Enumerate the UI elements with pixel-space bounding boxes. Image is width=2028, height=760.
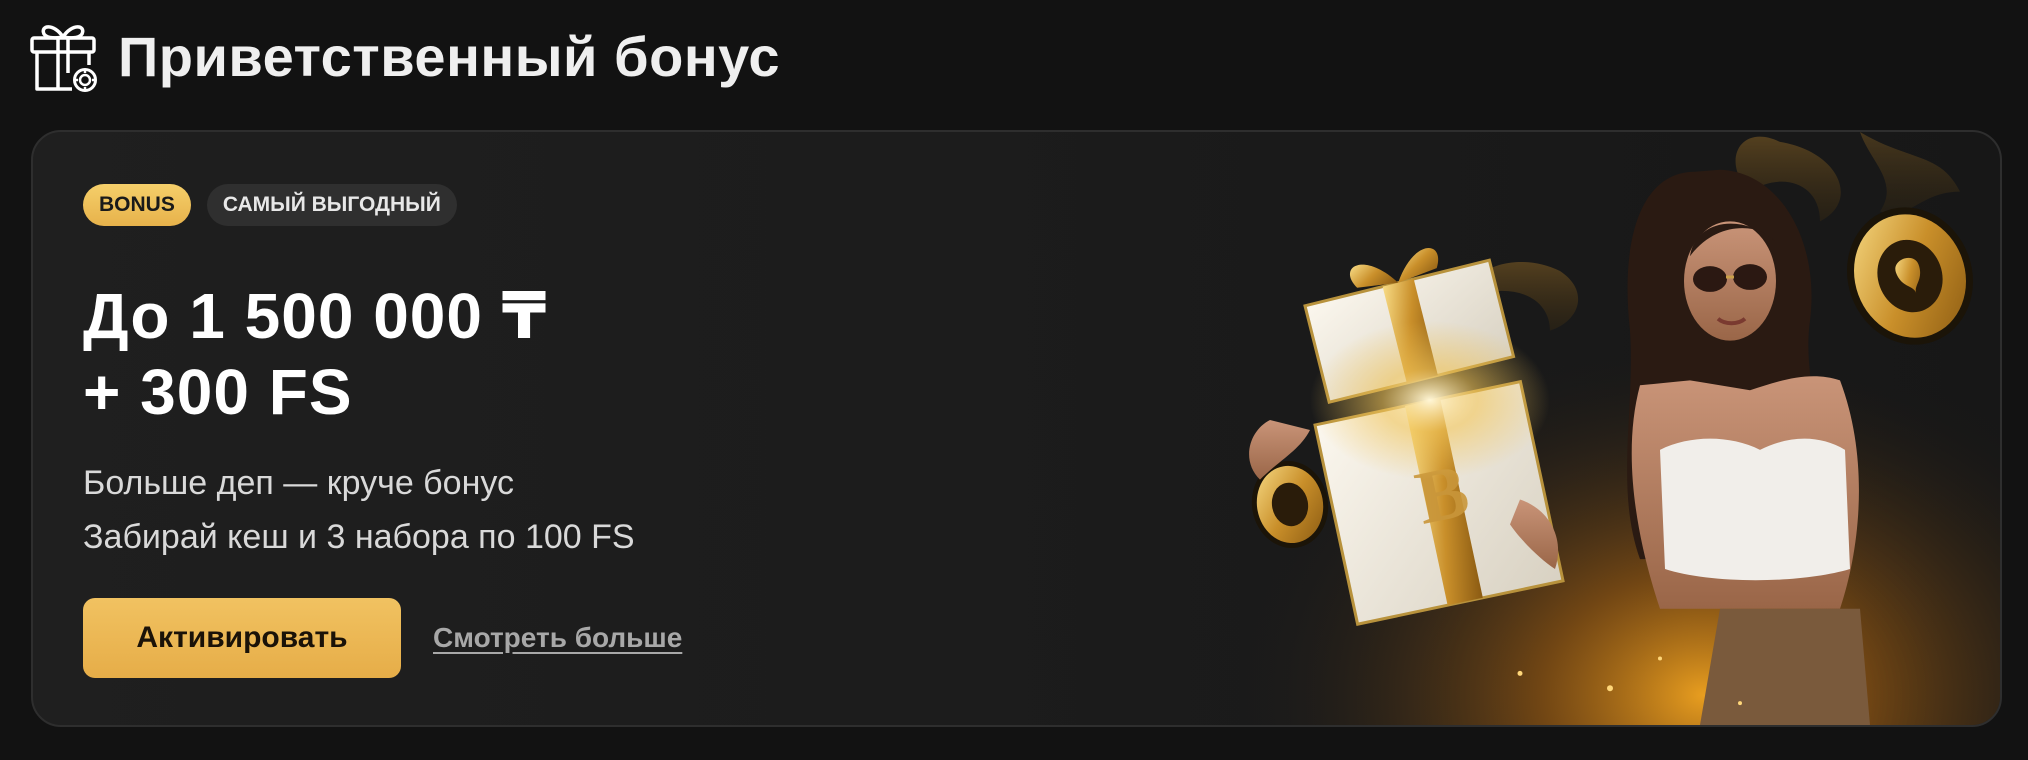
card-actions: Активировать Смотреть больше [83,598,682,678]
see-more-link[interactable]: Смотреть больше [433,622,682,654]
gift-icon [30,25,97,92]
badge-group: BONUS САМЫЙ ВЫГОДНЫЙ [83,184,983,226]
bonus-amount-line-1: До 1 500 000 ₸ [83,280,548,352]
card-content: BONUS САМЫЙ ВЫГОДНЫЙ До 1 500 000 ₸ + 30… [83,184,983,564]
bonus-amount-line-2: + 300 FS [83,356,353,428]
section-header: Приветственный бонус [28,18,780,94]
promo-illustration: B [1220,132,2000,725]
bonus-badge: BONUS [83,184,191,226]
activate-button[interactable]: Активировать [83,598,401,678]
bonus-description-line-2: Забирай кеш и 3 набора по 100 FS [83,518,635,556]
page-title: Приветственный бонус [118,24,781,88]
page: Приветственный бонус B BONUS САМЫЙ ВЫГОД… [0,0,2028,760]
bonus-description: Больше деп — круче бонус Забирай кеш и 3… [83,456,983,564]
bonus-amount: До 1 500 000 ₸ + 300 FS [83,278,983,430]
welcome-bonus-card: B BONUS САМЫЙ ВЫГОДНЫЙ До 1 500 000 ₸ + … [31,130,2002,727]
bonus-description-line-1: Больше деп — круче бонус [83,464,514,502]
best-offer-badge: САМЫЙ ВЫГОДНЫЙ [206,184,457,226]
